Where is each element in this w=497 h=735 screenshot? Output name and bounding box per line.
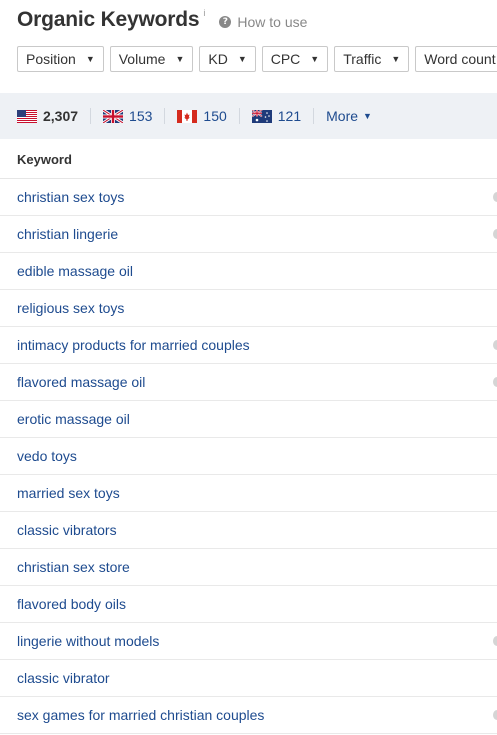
caret-down-icon: ▼ — [175, 54, 185, 64]
caret-down-icon: ▼ — [85, 54, 95, 64]
keyword-link[interactable]: sex games for married christian couples — [17, 707, 264, 723]
table-row: christian lingerie — [0, 216, 497, 253]
table-row: christian sex store — [0, 549, 497, 586]
filter-bar: Position ▼ Volume ▼ KD ▼ CPC ▼ Traffic ▼… — [17, 46, 497, 72]
divider — [90, 108, 92, 124]
filter-label: Volume — [118, 51, 166, 67]
table-row: erotic massage oil — [0, 401, 497, 438]
filter-label: Traffic — [343, 51, 382, 67]
uk-flag-icon — [103, 109, 124, 123]
keyword-link[interactable]: christian sex toys — [17, 189, 124, 205]
filter-cpc[interactable]: CPC ▼ — [261, 46, 329, 72]
table-row: flavored massage oil — [0, 364, 497, 401]
filter-kd[interactable]: KD ▼ — [199, 46, 256, 72]
keyword-link[interactable]: flavored body oils — [17, 596, 126, 612]
australia-flag-icon — [251, 109, 272, 123]
keyword-link[interactable]: classic vibrator — [17, 670, 110, 686]
keyword-link[interactable]: flavored massage oil — [17, 374, 145, 390]
keyword-link[interactable]: edible massage oil — [17, 263, 133, 279]
cell-edge — [493, 192, 497, 202]
country-bar: 2,307 153 150 121 More ▼ — [0, 93, 497, 139]
filter-label: Position — [26, 51, 76, 67]
page-header: Organic Keywords i ? How to use — [17, 8, 307, 32]
divider — [164, 108, 166, 124]
filter-traffic[interactable]: Traffic ▼ — [334, 46, 410, 72]
keyword-link[interactable]: vedo toys — [17, 448, 77, 464]
table-row: christian sex toys — [0, 179, 497, 216]
divider — [313, 108, 315, 124]
table-row: religious sex toys — [0, 290, 497, 327]
caret-down-icon: ▼ — [363, 111, 372, 121]
country-ca[interactable]: 150 — [177, 108, 227, 124]
keyword-link[interactable]: intimacy products for married couples — [17, 337, 250, 353]
cell-edge — [493, 636, 497, 646]
country-gb[interactable]: 153 — [103, 108, 152, 124]
table-row: flavored body oils — [0, 586, 497, 623]
info-icon[interactable]: i — [203, 8, 205, 18]
filter-label: CPC — [270, 51, 301, 67]
divider — [238, 108, 240, 124]
cell-edge — [493, 229, 497, 239]
keywords-table: Keyword christian sex toys christian lin… — [0, 140, 497, 734]
filter-label: Word count — [424, 51, 496, 67]
filter-position[interactable]: Position ▼ — [17, 46, 104, 72]
table-row: edible massage oil — [0, 253, 497, 290]
how-to-use-label: How to use — [237, 14, 308, 30]
filter-label: KD — [208, 51, 228, 67]
table-row: vedo toys — [0, 438, 497, 475]
keyword-link[interactable]: lingerie without models — [17, 633, 159, 649]
column-header-keyword[interactable]: Keyword — [0, 140, 497, 179]
cell-edge — [493, 710, 497, 720]
cell-edge — [493, 340, 497, 350]
caret-down-icon: ▼ — [391, 54, 401, 64]
how-to-use-link[interactable]: ? How to use — [219, 14, 307, 30]
country-count: 2,307 — [43, 108, 79, 124]
country-au[interactable]: 121 — [251, 108, 302, 124]
country-count: 153 — [129, 108, 153, 124]
country-count: 121 — [277, 108, 302, 124]
canada-flag-icon — [177, 109, 198, 123]
keyword-link[interactable]: christian lingerie — [17, 226, 118, 242]
country-count: 150 — [203, 108, 227, 124]
table-row: sex games for married christian couples — [0, 697, 497, 734]
table-row: married sex toys — [0, 475, 497, 512]
table-row: lingerie without models — [0, 623, 497, 660]
keyword-link[interactable]: classic vibrators — [17, 522, 117, 538]
caret-down-icon: ▼ — [237, 54, 247, 64]
keyword-link[interactable]: married sex toys — [17, 485, 120, 501]
filter-volume[interactable]: Volume ▼ — [109, 46, 194, 72]
table-row: intimacy products for married couples — [0, 327, 497, 364]
country-us[interactable]: 2,307 — [17, 108, 78, 124]
caret-down-icon: ▼ — [310, 54, 320, 64]
more-countries-button[interactable]: More ▼ — [326, 108, 372, 124]
keyword-link[interactable]: religious sex toys — [17, 300, 124, 316]
us-flag-icon — [17, 109, 37, 123]
keyword-link[interactable]: erotic massage oil — [17, 411, 130, 427]
table-row: classic vibrator — [0, 660, 497, 697]
more-label: More — [326, 108, 359, 124]
page-title: Organic Keywords — [17, 8, 200, 31]
cell-edge — [493, 377, 497, 387]
filter-word-count[interactable]: Word count — [415, 46, 497, 72]
keyword-link[interactable]: christian sex store — [17, 559, 130, 575]
question-icon: ? — [219, 16, 232, 28]
table-row: classic vibrators — [0, 512, 497, 549]
